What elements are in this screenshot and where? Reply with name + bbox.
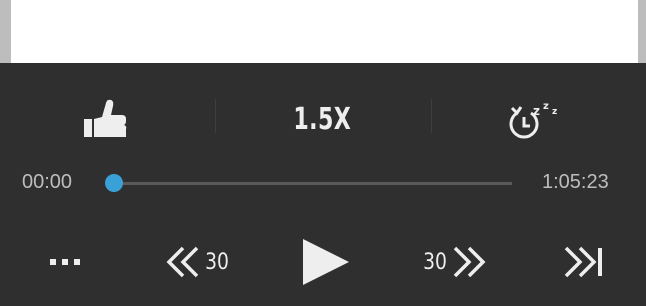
thumbs-up-icon [82, 97, 128, 141]
play-button[interactable] [285, 231, 365, 293]
skip-next-icon [562, 245, 608, 279]
fast-forward-button[interactable]: 30 [410, 231, 500, 293]
divider [215, 99, 216, 133]
rewind-icon [163, 245, 203, 279]
svg-text:z: z [533, 104, 540, 118]
svg-text:z: z [543, 101, 549, 112]
more-button[interactable] [35, 231, 95, 293]
seek-handle[interactable] [105, 174, 123, 192]
total-duration: 1:05:23 [542, 171, 609, 193]
skip-next-button[interactable] [550, 231, 620, 293]
fast-forward-icon [449, 245, 489, 279]
playback-speed-label: 1.5X [293, 101, 352, 137]
play-icon [299, 237, 351, 287]
svg-text:z: z [552, 107, 557, 117]
like-button[interactable] [60, 93, 150, 145]
seek-bar[interactable] [114, 182, 512, 185]
audio-player: 1.5X z z z 00:00 1:05:23 30 30 [0, 63, 646, 306]
forward-seconds: 30 [423, 249, 447, 275]
sleep-timer-button[interactable]: z z z [480, 93, 590, 145]
playback-speed-button[interactable]: 1.5X [220, 93, 425, 145]
current-time: 00:00 [22, 171, 73, 193]
player-options-row: 1.5X z z z [0, 63, 646, 173]
rewind-seconds: 30 [205, 249, 229, 275]
rewind-button[interactable]: 30 [152, 231, 242, 293]
more-icon [48, 257, 82, 267]
content-area [11, 0, 638, 63]
divider [431, 99, 432, 133]
sleep-timer-icon: z z z [505, 97, 565, 141]
